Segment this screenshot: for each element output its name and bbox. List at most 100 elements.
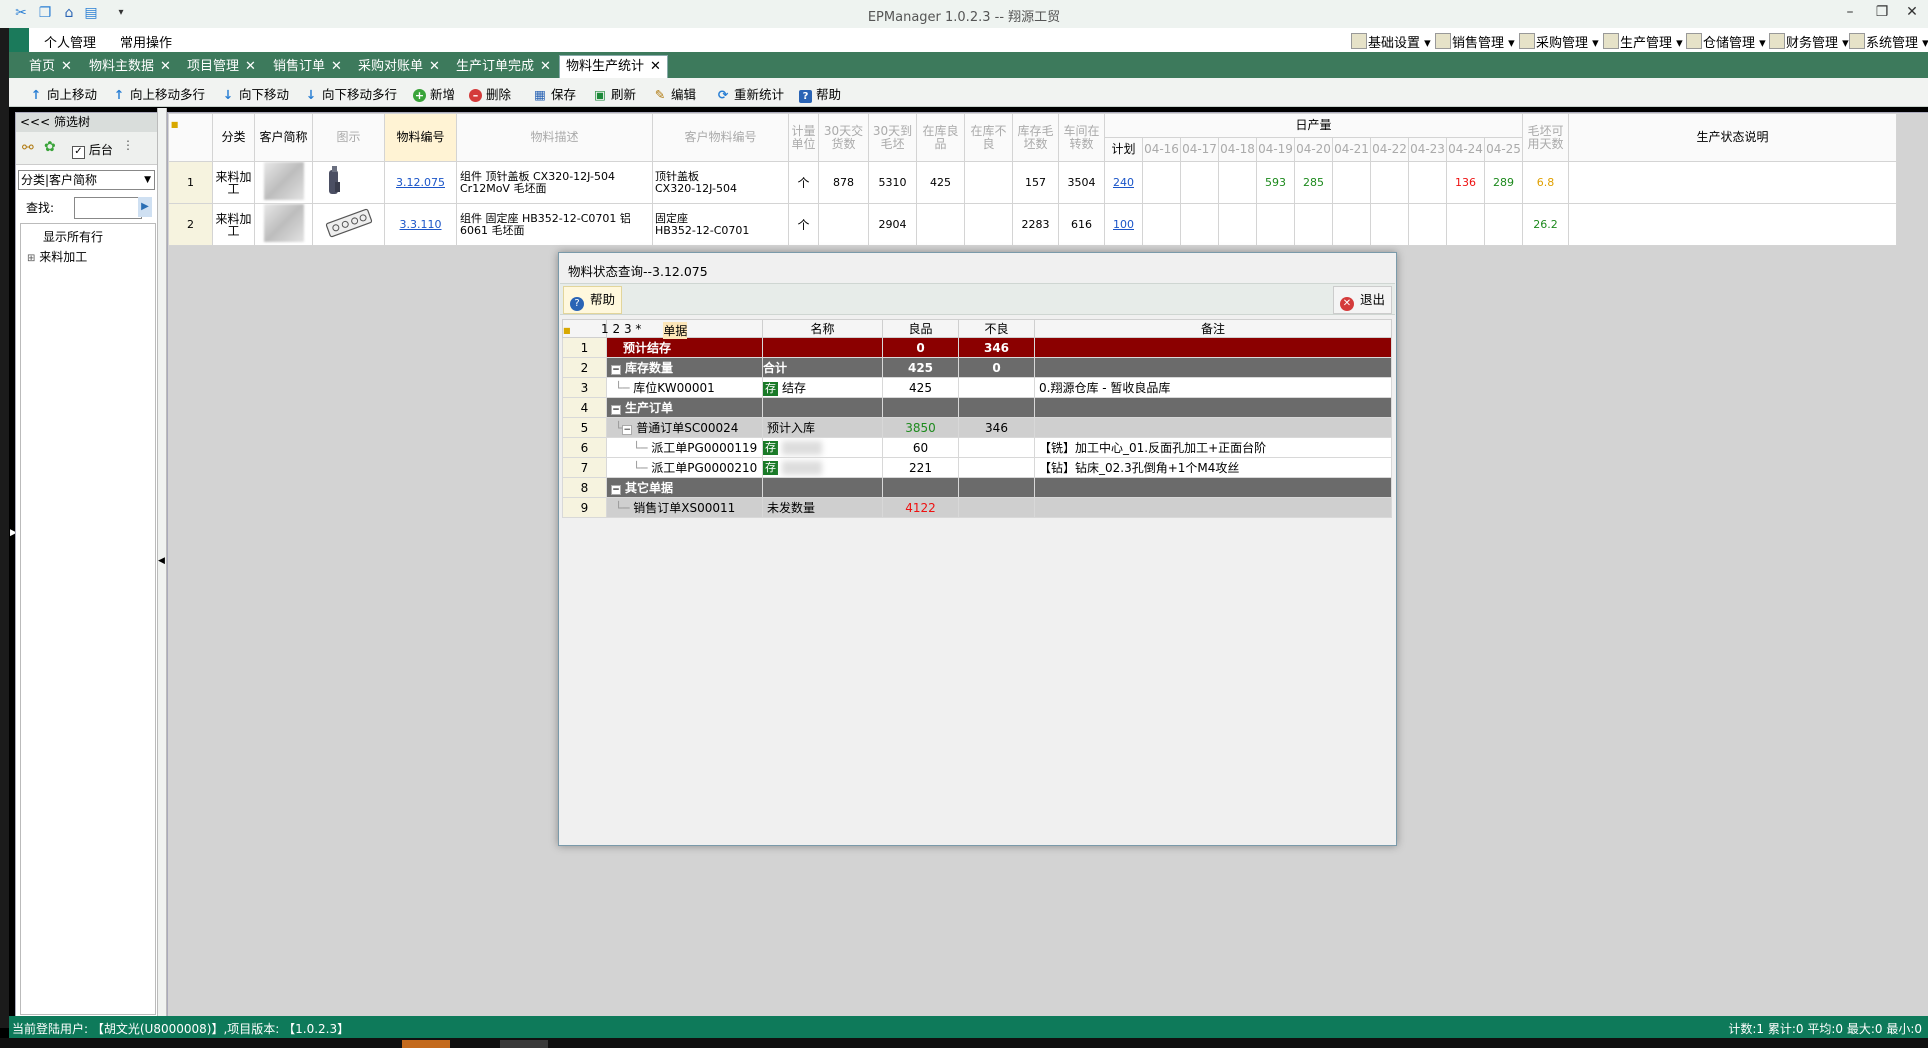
cell-day[interactable] [1142, 161, 1181, 204]
tab-close-icon[interactable]: ✕ [429, 59, 440, 74]
refresh-button[interactable]: ▣ 刷新 [593, 84, 636, 103]
cell-unit[interactable]: 个 [788, 161, 819, 204]
dialog-exit-button[interactable]: ✕ 退出 [1332, 286, 1392, 314]
dialog-help-button[interactable]: ? 帮助 [563, 286, 623, 314]
col-day[interactable]: 04-24 [1446, 137, 1485, 162]
menu-sales[interactable]: 销售管理 ▾ [1435, 32, 1515, 51]
col-bad-stock[interactable]: 在库不良 [964, 113, 1013, 162]
col-image[interactable]: 图示 [312, 113, 385, 162]
collapse-icon[interactable]: − [622, 425, 633, 435]
col-day[interactable]: 04-19 [1256, 137, 1295, 162]
tree-item-show-all[interactable]: 显示所有行 [43, 228, 103, 245]
cell-30d-delivery[interactable]: 878 [818, 161, 869, 204]
cell-material-desc[interactable]: 组件 顶针盖板 CX320-12J-504 Cr12MoV 毛坯面 [456, 161, 653, 204]
cell-category[interactable]: 来料加工 [212, 203, 255, 246]
search-input[interactable] [74, 197, 142, 219]
cell-day[interactable] [1408, 161, 1447, 204]
col-customer[interactable]: 客户简称 [254, 113, 313, 162]
cell-material-code[interactable]: 3.12.075 [384, 161, 457, 204]
move-down-multi-button[interactable]: ↓ 向下移动多行 [304, 84, 397, 103]
tree-row-production-order[interactable]: 5 └− 普通订单SC00024 预计入库 3850 346 [562, 417, 1392, 438]
col-day[interactable]: 04-20 [1294, 137, 1333, 162]
col-bad[interactable]: 不良 [958, 319, 1035, 338]
col-day[interactable]: 04-16 [1142, 137, 1181, 162]
add-button[interactable]: + 新增 [413, 84, 455, 103]
col-day[interactable]: 04-25 [1484, 137, 1523, 162]
tree-row-dispatch-order[interactable]: 6 └─ 派工单PG0000119 存 60 【铣】加工中心_01.反面孔加工+… [562, 437, 1392, 458]
cell-plan[interactable]: 240 [1104, 161, 1143, 204]
cell-day[interactable] [1218, 161, 1257, 204]
tree-row-location[interactable]: 3 └─ 库位KW00001 存结存 425 0.翔源仓库 - 暂收良品库 [562, 377, 1392, 398]
menu-warehouse[interactable]: 仓储管理 ▾ [1686, 32, 1766, 51]
cell-blank-stock[interactable]: 2283 [1012, 203, 1059, 246]
level-3-button[interactable]: 3 [624, 322, 632, 336]
cell-customer[interactable] [254, 161, 313, 204]
cell-wip[interactable]: 3504 [1058, 161, 1105, 204]
collapse-icon[interactable]: − [611, 485, 621, 495]
cell-customer[interactable] [254, 203, 313, 246]
menu-personal[interactable]: 个人管理 [44, 32, 96, 51]
tab-close-icon[interactable]: ✕ [650, 59, 661, 74]
cell-day[interactable] [1218, 203, 1257, 246]
help-button[interactable]: ? 帮助 [799, 84, 841, 103]
move-up-multi-button[interactable]: ↑ 向上移动多行 [112, 84, 205, 103]
col-30d-delivery[interactable]: 30天交货数 [818, 113, 869, 162]
filter-tree-header[interactable]: <<< 筛选树 [16, 113, 157, 132]
move-up-button[interactable]: ↑ 向上移动 [29, 84, 97, 103]
cell-image[interactable] [312, 161, 385, 204]
refresh-tree-icon[interactable]: ✿ [44, 139, 56, 155]
collapse-left-icon[interactable]: ◀ [158, 556, 165, 566]
cell-bad-stock[interactable] [964, 203, 1013, 246]
options-icon[interactable]: ⋮ [122, 138, 134, 152]
cell-blank-stock[interactable]: 157 [1012, 161, 1059, 204]
cell-status[interactable] [1568, 161, 1897, 204]
cell-day[interactable] [1294, 203, 1333, 246]
tab-close-icon[interactable]: ✕ [160, 59, 171, 74]
tab-close-icon[interactable]: ✕ [245, 59, 256, 74]
tree-row-sales-order[interactable]: 9 └─ 销售订单XS00011 未发数量 4122 [562, 497, 1392, 518]
tab-material-stats[interactable]: 物料生产统计 ✕ [559, 55, 668, 79]
save-button[interactable]: ▦ 保存 [533, 84, 576, 103]
level-all-button[interactable]: * [635, 322, 641, 336]
expand-icon[interactable]: ⊞ [27, 253, 35, 264]
cell-30d-delivery[interactable] [818, 203, 869, 246]
row-number[interactable]: 8 [562, 477, 607, 498]
cell-status[interactable] [1568, 203, 1897, 246]
move-down-button[interactable]: ↓ 向下移动 [221, 84, 289, 103]
col-wip[interactable]: 车间在转数 [1058, 113, 1105, 162]
row-number[interactable]: 4 [562, 397, 607, 418]
cell-customer-code[interactable]: 顶针盖板 CX320-12J-504 [652, 161, 789, 204]
row-number[interactable]: 2 [562, 357, 607, 378]
close-icon[interactable]: ✕ [1900, 4, 1924, 22]
tab-project[interactable]: 项目管理 ✕ [187, 56, 256, 78]
edit-button[interactable]: ✎ 编辑 [653, 84, 696, 103]
col-day[interactable]: 04-18 [1218, 137, 1257, 162]
table-row[interactable]: 2 来料加工 3.3.110 组件 固定座 HB352-12-C0701 铝 6… [168, 203, 1897, 246]
tab-close-icon[interactable]: ✕ [540, 59, 551, 74]
col-status[interactable]: 生产状态说明 [1568, 113, 1897, 162]
menu-purchasing[interactable]: 采购管理 ▾ [1519, 32, 1599, 51]
cell-good-stock[interactable] [916, 203, 965, 246]
cell-blank-days[interactable]: 26.2 [1522, 203, 1569, 246]
tab-close-icon[interactable]: ✕ [61, 59, 72, 74]
delete-button[interactable]: – 删除 [469, 84, 511, 103]
col-day[interactable]: 04-17 [1180, 137, 1219, 162]
cell-day[interactable] [1256, 203, 1295, 246]
recalculate-button[interactable]: ⟳ 重新统计 [716, 84, 784, 103]
col-doc[interactable]: 单据 [663, 321, 688, 339]
tab-close-icon[interactable]: ✕ [331, 59, 342, 74]
cell-day[interactable]: 593 [1256, 161, 1295, 204]
cell-30d-blank[interactable]: 5310 [868, 161, 917, 204]
cell-day[interactable] [1370, 203, 1409, 246]
col-good[interactable]: 良品 [882, 319, 959, 338]
tree-row-production-group[interactable]: 4 − 生产订单 [562, 397, 1392, 418]
menu-production[interactable]: 生产管理 ▾ [1603, 32, 1683, 51]
cell-day[interactable] [1484, 203, 1523, 246]
cell-day[interactable]: 136 [1446, 161, 1485, 204]
tree-row-stock-group[interactable]: 2 − 库存数量 合计 425 0 [562, 357, 1392, 378]
tree-icon[interactable]: ⚯ [22, 140, 34, 156]
col-day[interactable]: 04-23 [1408, 137, 1447, 162]
col-material-desc[interactable]: 物料描述 [456, 113, 653, 162]
row-number[interactable]: 3 [562, 377, 607, 398]
collapse-icon[interactable]: − [611, 405, 621, 415]
